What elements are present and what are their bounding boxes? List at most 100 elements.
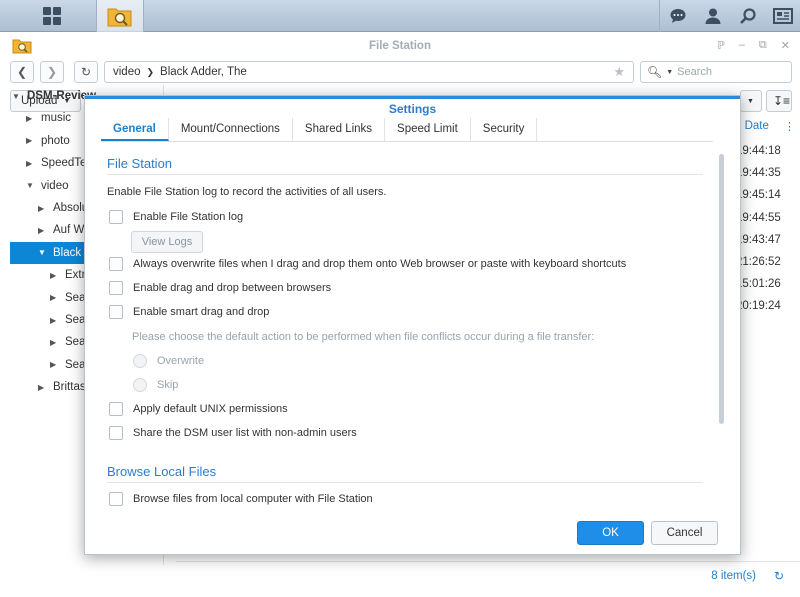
caret-right-icon[interactable]: ▶ bbox=[50, 360, 60, 369]
chevron-right-icon: ❯ bbox=[46, 65, 58, 79]
breadcrumb-current[interactable]: Black Adder, The bbox=[160, 66, 247, 78]
skip-label: Skip bbox=[157, 379, 179, 391]
dialog-title: Settings bbox=[388, 102, 437, 116]
caret-right-icon[interactable]: ▶ bbox=[26, 136, 36, 145]
tree-node-label: music bbox=[41, 112, 72, 125]
file-row-modified-time[interactable]: 20:19:24 bbox=[736, 300, 781, 312]
caret-right-icon[interactable]: ▶ bbox=[26, 114, 36, 123]
enable-log-label: Enable File Station log bbox=[133, 211, 244, 223]
tree-node-label: Brittas bbox=[53, 381, 86, 394]
more-columns-icon[interactable]: ⋮ bbox=[784, 120, 795, 133]
main-menu-button[interactable] bbox=[14, 0, 90, 32]
file-row-modified-time[interactable]: 21:26:52 bbox=[736, 256, 781, 268]
tab-mount-connections[interactable]: Mount/Connections bbox=[169, 118, 293, 141]
cancel-button[interactable]: Cancel bbox=[651, 521, 718, 545]
file-station-taskbar-button[interactable] bbox=[96, 0, 144, 32]
forward-button[interactable]: ❯ bbox=[40, 61, 64, 83]
caret-right-icon[interactable]: ▶ bbox=[50, 271, 60, 280]
caret-right-icon[interactable]: ▶ bbox=[38, 226, 48, 235]
favorite-star-icon[interactable]: ★ bbox=[613, 64, 625, 80]
caret-right-icon[interactable]: ▶ bbox=[26, 159, 36, 168]
caret-down-icon[interactable]: ▼ bbox=[38, 248, 48, 257]
enable-log-row[interactable]: Enable File Station log bbox=[109, 210, 243, 224]
file-row-modified-time[interactable]: 19:43:47 bbox=[736, 234, 781, 246]
section-divider bbox=[107, 482, 703, 483]
conflict-description: Please choose the default action to be p… bbox=[132, 331, 595, 343]
tab-speed-limit[interactable]: Speed Limit bbox=[385, 118, 471, 141]
overwrite-radio[interactable] bbox=[133, 354, 147, 368]
maximize-icon[interactable]: ⧉ bbox=[759, 39, 767, 52]
smart-dnd-checkbox[interactable] bbox=[109, 305, 123, 319]
dnd-browsers-checkbox[interactable] bbox=[109, 281, 123, 295]
always-overwrite-label: Always overwrite files when I drag and d… bbox=[133, 258, 627, 270]
caret-right-icon[interactable]: ▶ bbox=[50, 293, 60, 302]
browse-local-label: Browse files from local computer with Fi… bbox=[133, 493, 373, 505]
unix-permissions-row[interactable]: Apply default UNIX permissions bbox=[109, 402, 288, 416]
pin-icon[interactable]: ℙ bbox=[717, 39, 725, 52]
caret-right-icon[interactable]: ▶ bbox=[50, 316, 60, 325]
search-input[interactable]: 🔍︎ ▼ Search bbox=[640, 61, 792, 83]
view-logs-button[interactable]: View Logs bbox=[131, 231, 203, 253]
breadcrumb-separator-icon: ❯ bbox=[146, 66, 155, 77]
skip-radio[interactable] bbox=[133, 378, 147, 392]
enable-log-checkbox[interactable] bbox=[109, 210, 123, 224]
settings-tabs: General Mount/Connections Shared Links S… bbox=[101, 118, 713, 142]
skip-option[interactable]: Skip bbox=[133, 378, 178, 392]
refresh-button[interactable]: ↻ bbox=[74, 61, 98, 83]
scrollbar-thumb[interactable] bbox=[719, 154, 724, 424]
file-station-log-description: Enable File Station log to record the ac… bbox=[107, 186, 387, 198]
share-user-list-checkbox[interactable] bbox=[109, 426, 123, 440]
search-icon bbox=[739, 8, 756, 24]
minimize-icon[interactable]: – bbox=[739, 39, 745, 52]
item-count: 8 item(s) bbox=[711, 570, 756, 582]
unix-permissions-checkbox[interactable] bbox=[109, 402, 123, 416]
search-icon: 🔍︎ bbox=[647, 65, 663, 79]
chat-icon bbox=[670, 9, 685, 23]
caret-down-icon[interactable]: ▼ bbox=[12, 92, 22, 101]
dnd-browsers-row[interactable]: Enable drag and drop between browsers bbox=[109, 281, 331, 295]
file-row-modified-time[interactable]: 19:45:14 bbox=[736, 189, 781, 201]
caret-right-icon[interactable]: ▶ bbox=[38, 204, 48, 213]
ok-button[interactable]: OK bbox=[577, 521, 644, 545]
grid-icon bbox=[43, 7, 61, 25]
always-overwrite-row[interactable]: Always overwrite files when I drag and d… bbox=[109, 257, 626, 271]
file-row-modified-time[interactable]: 19:44:35 bbox=[736, 167, 781, 179]
always-overwrite-checkbox[interactable] bbox=[109, 257, 123, 271]
view-options-button[interactable]: ▼ bbox=[740, 90, 762, 112]
chat-button[interactable] bbox=[660, 0, 695, 32]
path-bar[interactable]: video ❯ Black Adder, The ★ bbox=[104, 61, 634, 83]
dnd-browsers-label: Enable drag and drop between browsers bbox=[133, 282, 332, 294]
browse-local-checkbox[interactable] bbox=[109, 492, 123, 506]
widgets-button[interactable] bbox=[765, 0, 800, 32]
section-browse-local-title: Browse Local Files bbox=[107, 464, 217, 479]
user-button[interactable] bbox=[695, 0, 730, 32]
browse-local-row[interactable]: Browse files from local computer with Fi… bbox=[109, 492, 373, 506]
user-icon bbox=[705, 8, 720, 24]
window-titlebar: File Station ℙ – ⧉ ✕ bbox=[0, 33, 800, 59]
settings-dialog: Settings General Mount/Connections Share… bbox=[84, 95, 741, 555]
caret-right-icon[interactable]: ▶ bbox=[50, 338, 60, 347]
close-icon[interactable]: ✕ bbox=[781, 39, 790, 52]
section-divider bbox=[107, 174, 703, 175]
tab-shared-links[interactable]: Shared Links bbox=[293, 118, 386, 141]
breadcrumb-video[interactable]: video bbox=[113, 66, 141, 78]
chevron-down-icon: ▼ bbox=[747, 97, 754, 105]
chevron-left-icon: ❮ bbox=[16, 65, 28, 79]
sort-button[interactable]: ↧≡ bbox=[766, 90, 792, 112]
share-user-list-label: Share the DSM user list with non-admin u… bbox=[133, 427, 357, 439]
tab-security[interactable]: Security bbox=[471, 118, 538, 141]
file-row-modified-time[interactable]: 19:44:18 bbox=[736, 145, 781, 157]
refresh-icon: ↻ bbox=[80, 65, 92, 79]
overwrite-label: Overwrite bbox=[157, 355, 205, 367]
share-user-list-row[interactable]: Share the DSM user list with non-admin u… bbox=[109, 426, 357, 440]
caret-down-icon[interactable]: ▼ bbox=[26, 181, 36, 190]
caret-right-icon[interactable]: ▶ bbox=[38, 383, 48, 392]
back-button[interactable]: ❮ bbox=[10, 61, 34, 83]
refresh-icon[interactable]: ↻ bbox=[774, 569, 784, 583]
overwrite-option[interactable]: Overwrite bbox=[133, 354, 204, 368]
file-row-modified-time[interactable]: 15:01:26 bbox=[736, 278, 781, 290]
file-row-modified-time[interactable]: 19:44:55 bbox=[736, 212, 781, 224]
smart-dnd-row[interactable]: Enable smart drag and drop bbox=[109, 305, 269, 319]
search-button[interactable] bbox=[730, 0, 765, 32]
tab-general[interactable]: General bbox=[101, 118, 169, 141]
